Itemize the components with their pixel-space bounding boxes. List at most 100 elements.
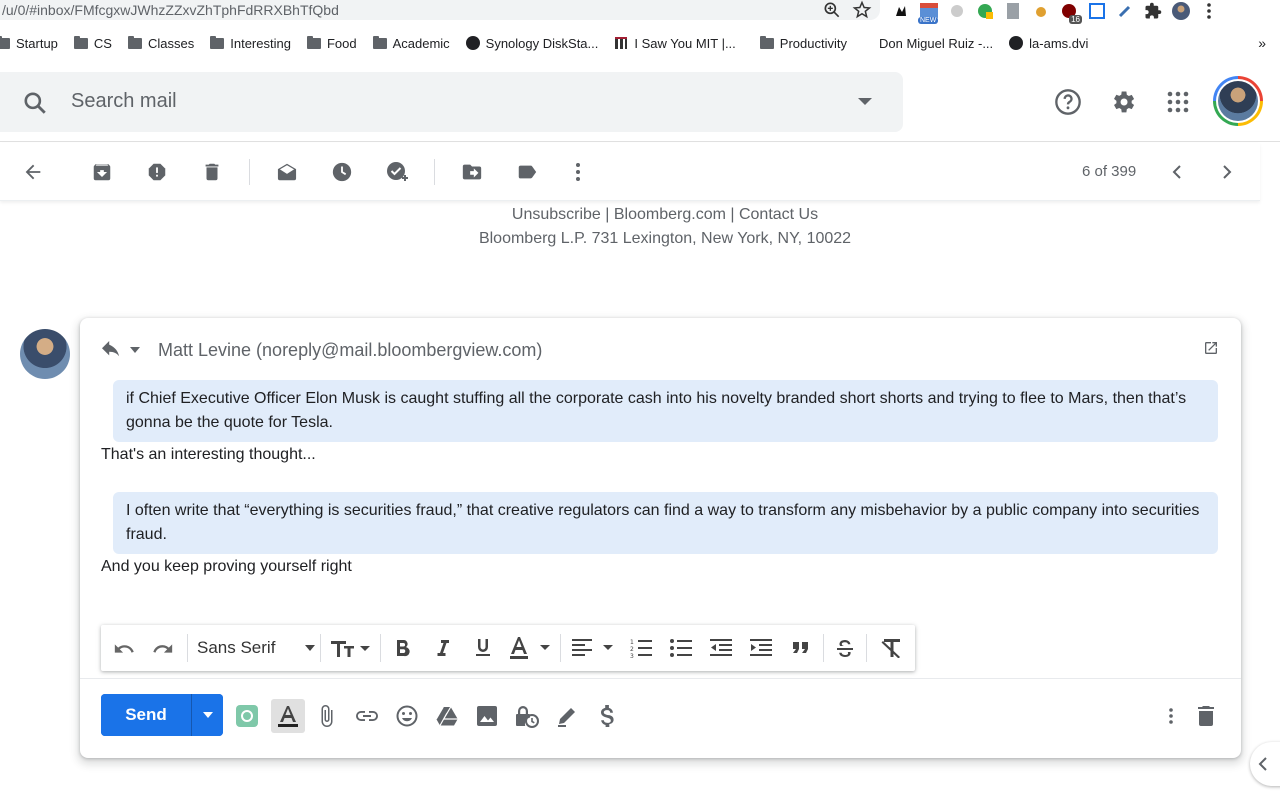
- align-icon[interactable]: [571, 635, 615, 661]
- bookmark-i-saw-you-mit[interactable]: I Saw You MIT |...: [606, 30, 743, 56]
- svg-text:3: 3: [630, 653, 634, 658]
- folder-icon: [306, 35, 321, 49]
- bookmark-star-icon[interactable]: [852, 0, 872, 22]
- archive-icon[interactable]: [87, 157, 117, 187]
- folder-icon: [759, 35, 774, 49]
- italic-icon[interactable]: [431, 635, 455, 661]
- account-avatar[interactable]: [1213, 76, 1263, 126]
- newer-chevron-left-icon[interactable]: [1162, 157, 1192, 187]
- remove-formatting-icon[interactable]: [879, 635, 905, 661]
- font-family-select[interactable]: Sans Serif: [197, 635, 315, 661]
- chevron-left-icon: [1258, 757, 1267, 771]
- ublock-count-badge: 16: [1069, 15, 1082, 24]
- bookmark-academic[interactable]: Academic: [365, 30, 458, 56]
- quote-icon[interactable]: [789, 635, 813, 661]
- reply-body-line[interactable]: And you keep proving yourself right: [101, 558, 352, 576]
- apps-grid-icon[interactable]: [1158, 82, 1198, 122]
- signature-pen-icon[interactable]: [552, 701, 582, 731]
- back-arrow-icon[interactable]: [18, 157, 48, 187]
- snooze-clock-icon[interactable]: [327, 157, 357, 187]
- new-extension-icon[interactable]: NEW: [918, 1, 940, 24]
- search-icon[interactable]: [22, 90, 48, 116]
- bulleted-list-icon[interactable]: [669, 635, 693, 661]
- reply-body-line[interactable]: That's an interesting thought...: [101, 446, 316, 464]
- browser-menu-icon[interactable]: [1198, 1, 1220, 21]
- redo-icon[interactable]: [150, 635, 176, 661]
- label-tag-icon[interactable]: [512, 157, 542, 187]
- bookmark-startup[interactable]: Startup: [0, 30, 66, 56]
- undo-icon[interactable]: [111, 635, 137, 661]
- text-color-icon[interactable]: [509, 635, 551, 661]
- attach-paperclip-icon[interactable]: [312, 701, 342, 731]
- profile-avatar-icon[interactable]: [1170, 1, 1192, 21]
- pop-out-icon[interactable]: [1203, 340, 1219, 356]
- bookmark-interesting[interactable]: Interesting: [202, 30, 299, 56]
- recipient-field[interactable]: Matt Levine (noreply@mail.bloombergview.…: [158, 340, 542, 361]
- grammar-extension-icon[interactable]: [232, 701, 262, 731]
- bookmark-label: Academic: [392, 35, 450, 51]
- send-money-dollar-icon[interactable]: [592, 701, 622, 731]
- reply-type-chevron-down-icon[interactable]: [130, 347, 140, 353]
- search-bar[interactable]: Search mail: [0, 72, 903, 132]
- more-compose-options-icon[interactable]: [1156, 701, 1186, 731]
- blue-extension-icon[interactable]: [1086, 1, 1108, 21]
- bookmark-label: Interesting: [230, 35, 291, 51]
- font-size-icon[interactable]: [329, 635, 371, 661]
- delete-trash-icon[interactable]: [197, 157, 227, 187]
- mark-unread-icon[interactable]: [272, 157, 302, 187]
- search-options-icon[interactable]: [858, 98, 872, 105]
- discard-draft-trash-icon[interactable]: [1191, 701, 1221, 731]
- numbered-list-icon[interactable]: 123: [629, 635, 653, 661]
- bookmark-classes[interactable]: Classes: [120, 30, 202, 56]
- bookmark-food[interactable]: Food: [299, 30, 365, 56]
- underline-icon[interactable]: [471, 635, 495, 661]
- gnu-extension-icon[interactable]: [890, 1, 912, 21]
- footer-links[interactable]: Unsubscribe | Bloomberg.com | Contact Us: [0, 203, 1280, 227]
- bookmark-don-miguel-ruiz[interactable]: Don Miguel Ruiz -...: [871, 30, 1001, 56]
- add-to-tasks-icon[interactable]: [382, 157, 412, 187]
- more-bookmarks-button[interactable]: »: [1258, 30, 1266, 56]
- send-button[interactable]: Send: [101, 694, 191, 736]
- older-chevron-right-icon[interactable]: [1212, 157, 1242, 187]
- confidential-mode-icon[interactable]: [512, 701, 542, 731]
- quoted-text-block[interactable]: I often write that “everything is securi…: [113, 492, 1218, 554]
- bookmark-label: Productivity: [779, 35, 847, 51]
- folder-icon: [73, 35, 88, 49]
- side-panel-toggle[interactable]: [1250, 742, 1280, 786]
- reply-arrow-icon[interactable]: [100, 341, 122, 359]
- eyedropper-extension-icon[interactable]: [1114, 1, 1136, 21]
- gray-extension-icon[interactable]: [946, 1, 968, 21]
- bookmark-productivity[interactable]: Productivity: [752, 30, 855, 56]
- google-extension-icon[interactable]: [974, 1, 996, 21]
- bookmark-synology[interactable]: Synology DiskSta...: [458, 30, 607, 56]
- reply-header: Matt Levine (noreply@mail.bloombergview.…: [100, 338, 542, 362]
- google-drive-icon[interactable]: [432, 701, 462, 731]
- format-divider: [320, 634, 321, 662]
- puzzle-extensions-icon[interactable]: [1142, 1, 1164, 21]
- quoted-text-block[interactable]: if Chief Executive Officer Elon Musk is …: [113, 380, 1218, 442]
- bookmark-la-ams[interactable]: la-ams.dvi: [1001, 30, 1096, 56]
- help-button[interactable]: [1048, 82, 1088, 122]
- bookmark-label: Food: [326, 35, 357, 51]
- indent-more-icon[interactable]: [749, 635, 773, 661]
- insert-link-icon[interactable]: [352, 701, 382, 731]
- zoom-icon[interactable]: [822, 0, 842, 22]
- hand-extension-icon[interactable]: [1030, 1, 1052, 21]
- send-options-chevron-down-icon[interactable]: [191, 694, 223, 736]
- bookmark-cs[interactable]: CS: [66, 30, 120, 56]
- indent-less-icon[interactable]: [709, 635, 733, 661]
- doc-extension-icon[interactable]: [1002, 1, 1024, 21]
- new-badge: NEW: [918, 17, 939, 24]
- move-to-icon[interactable]: [457, 157, 487, 187]
- settings-gear-icon[interactable]: [1103, 82, 1143, 122]
- formatting-options-icon[interactable]: [271, 699, 305, 733]
- address-bar[interactable]: /u/0/#inbox/FMfcgxwJWhzZZxvZhTphFdRRXBhT…: [0, 0, 880, 20]
- report-spam-icon[interactable]: [142, 157, 172, 187]
- emoji-icon[interactable]: [392, 701, 422, 731]
- search-input[interactable]: Search mail: [71, 90, 177, 113]
- strikethrough-icon[interactable]: [833, 635, 857, 661]
- more-options-icon[interactable]: [563, 157, 593, 187]
- bold-icon[interactable]: [391, 635, 415, 661]
- ublock-extension-icon[interactable]: 16: [1058, 1, 1082, 24]
- insert-photo-icon[interactable]: [472, 701, 502, 731]
